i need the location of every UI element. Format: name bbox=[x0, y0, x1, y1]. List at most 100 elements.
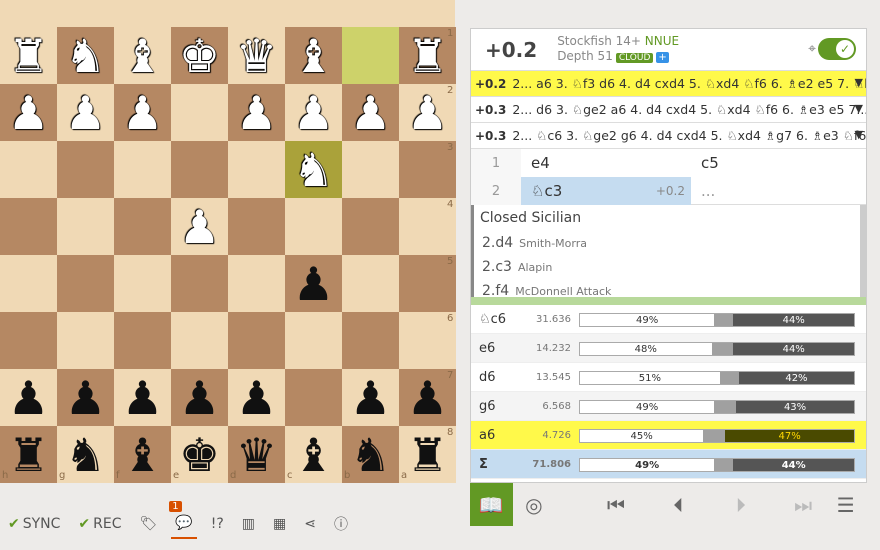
chess-piece[interactable]: ♞ bbox=[285, 141, 342, 198]
board-square[interactable] bbox=[171, 84, 228, 141]
board-square[interactable] bbox=[342, 27, 399, 84]
board-square[interactable] bbox=[285, 312, 342, 369]
chess-piece[interactable]: ♛ bbox=[228, 426, 285, 483]
explorer-row[interactable]: Σ 71.806 49% 44% bbox=[471, 450, 866, 479]
board-square[interactable] bbox=[342, 198, 399, 255]
board-square[interactable] bbox=[342, 255, 399, 312]
chess-piece[interactable]: ♟ bbox=[0, 84, 57, 141]
annotation-button[interactable]: !? bbox=[207, 509, 228, 539]
chess-piece[interactable]: ♟ bbox=[171, 198, 228, 255]
prev-move-button[interactable]: ⏴ bbox=[657, 483, 700, 526]
chess-piece[interactable]: ♝ bbox=[285, 27, 342, 84]
explorer-row[interactable]: d6 13.545 51% 42% bbox=[471, 363, 866, 392]
explorer-row[interactable]: a6 4.726 45% 47% bbox=[471, 421, 866, 450]
chess-piece[interactable]: ♚ bbox=[171, 426, 228, 483]
explorer-row[interactable]: ♘c6 31.636 49% 44% bbox=[471, 305, 866, 334]
board-square[interactable] bbox=[171, 255, 228, 312]
chess-piece[interactable]: ♜ bbox=[0, 27, 57, 84]
tag-button[interactable]: 🏷 bbox=[136, 509, 162, 539]
white-move[interactable]: ♘c3 +0.2 bbox=[521, 177, 691, 205]
board-square[interactable] bbox=[57, 255, 114, 312]
black-move[interactable]: ... bbox=[691, 177, 861, 205]
board-square[interactable] bbox=[57, 141, 114, 198]
chess-piece[interactable]: ♟ bbox=[114, 84, 171, 141]
first-move-button[interactable]: ⏮ bbox=[595, 483, 638, 526]
expand-icon[interactable]: ▼ bbox=[855, 76, 863, 89]
chess-piece[interactable]: ♝ bbox=[114, 27, 171, 84]
opening-variation[interactable]: 2.d4 Smith-Morra bbox=[474, 231, 866, 255]
pv-line[interactable]: +0.3 2... d6 3. ♘ge2 a6 4. d4 cxd4 5. ♘xd… bbox=[471, 97, 866, 123]
board-square[interactable] bbox=[285, 198, 342, 255]
rec-button[interactable]: ✔ REC bbox=[74, 509, 125, 539]
board-square[interactable] bbox=[0, 312, 57, 369]
rank-coordinate: 1 bbox=[447, 28, 454, 39]
pv-line[interactable]: +0.2 2... a6 3. ♘f3 d6 4. d4 cxd4 5. ♘xd4… bbox=[471, 71, 866, 97]
chess-piece[interactable]: ♟ bbox=[285, 255, 342, 312]
white-move[interactable]: e4 bbox=[521, 149, 691, 177]
chess-piece[interactable]: ♜ bbox=[0, 426, 57, 483]
board-area: ♜ ♞ ♝ ♚ ♛ ♝ ♜ ♟ ♟ ♟ ♟ ♟ ♟ ♟ ♞ ♟ ♟ ♟ ♟ ♟ ♟ ♟ ♟ ♟ ♜ ♞ ♝ ♚ ♛ ♝ ♞ ♜ 1 2 3 4 5 6 7 8… bbox=[0, 0, 456, 483]
next-move-button[interactable]: ⏵ bbox=[720, 483, 763, 526]
target-icon[interactable]: ⌖ bbox=[808, 41, 816, 57]
expand-icon[interactable]: ▼ bbox=[855, 102, 863, 115]
practice-button[interactable]: ◎ bbox=[513, 483, 556, 526]
chess-piece[interactable]: ♝ bbox=[285, 426, 342, 483]
board-square[interactable] bbox=[228, 141, 285, 198]
book-button[interactable]: 📖 bbox=[470, 483, 513, 526]
grid-button[interactable]: ▦ bbox=[269, 509, 290, 539]
sync-button[interactable]: ✔ SYNC bbox=[4, 509, 64, 539]
board-square[interactable] bbox=[57, 312, 114, 369]
board-square[interactable] bbox=[228, 312, 285, 369]
board-square[interactable] bbox=[114, 141, 171, 198]
board-square[interactable] bbox=[57, 198, 114, 255]
add-line-button[interactable]: + bbox=[656, 51, 669, 63]
opening-variation[interactable]: 2.f4 McDonnell Attack bbox=[474, 279, 866, 297]
chess-piece[interactable]: ♚ bbox=[171, 27, 228, 84]
board-square[interactable] bbox=[0, 255, 57, 312]
chess-piece[interactable]: ♟ bbox=[57, 84, 114, 141]
explorer-move: a6 bbox=[479, 427, 496, 443]
chess-piece[interactable]: ♟ bbox=[171, 369, 228, 426]
board-square[interactable] bbox=[0, 141, 57, 198]
chess-piece[interactable]: ♞ bbox=[57, 27, 114, 84]
explorer-row[interactable]: g6 6.568 49% 43% bbox=[471, 392, 866, 421]
board-square[interactable] bbox=[171, 141, 228, 198]
chess-piece[interactable]: ♞ bbox=[342, 426, 399, 483]
last-move-button[interactable]: ⏭ bbox=[782, 483, 825, 526]
chess-piece[interactable]: ♟ bbox=[0, 369, 57, 426]
chess-piece[interactable]: ♟ bbox=[342, 369, 399, 426]
board-square[interactable] bbox=[0, 198, 57, 255]
pv-line[interactable]: +0.3 2... ♘c6 3. ♘ge2 g6 4. d4 cxd4 5. ♘x… bbox=[471, 123, 866, 149]
chess-piece[interactable]: ♞ bbox=[57, 426, 114, 483]
board-square[interactable] bbox=[114, 312, 171, 369]
chess-piece[interactable]: ♛ bbox=[228, 27, 285, 84]
chess-piece[interactable]: ♟ bbox=[114, 369, 171, 426]
board-square[interactable] bbox=[342, 141, 399, 198]
explorer-row[interactable]: e6 14.232 48% 44% bbox=[471, 334, 866, 363]
opening-variation[interactable]: 2.c3 Alapin bbox=[474, 255, 866, 279]
menu-button[interactable]: ☰ bbox=[824, 483, 867, 526]
chess-board[interactable]: ♜ ♞ ♝ ♚ ♛ ♝ ♜ ♟ ♟ ♟ ♟ ♟ ♟ ♟ ♞ ♟ ♟ ♟ ♟ ♟ ♟ ♟ ♟ ♟ ♜ ♞ ♝ ♚ ♛ ♝ ♞ ♜ 1 2 3 4 5 6 7 8… bbox=[0, 27, 456, 483]
chart-button[interactable]: ▥ bbox=[238, 509, 259, 539]
share-button[interactable]: ⋖ bbox=[300, 509, 320, 539]
scrollbar[interactable] bbox=[860, 205, 866, 297]
chess-piece[interactable]: ♟ bbox=[285, 84, 342, 141]
info-button[interactable]: ⓘ bbox=[330, 509, 352, 539]
expand-icon[interactable]: ▼ bbox=[855, 128, 863, 141]
board-square[interactable] bbox=[285, 369, 342, 426]
board-square[interactable] bbox=[114, 255, 171, 312]
board-square[interactable] bbox=[228, 255, 285, 312]
chess-piece[interactable]: ♝ bbox=[114, 426, 171, 483]
board-square[interactable] bbox=[228, 198, 285, 255]
engine-toggle[interactable]: ✓ bbox=[818, 38, 856, 60]
board-square[interactable] bbox=[114, 198, 171, 255]
chess-piece[interactable]: ♟ bbox=[228, 369, 285, 426]
chess-piece[interactable]: ♟ bbox=[228, 84, 285, 141]
black-move[interactable]: c5 bbox=[691, 149, 861, 177]
board-square[interactable] bbox=[171, 312, 228, 369]
board-square[interactable] bbox=[342, 312, 399, 369]
chess-piece[interactable]: ♟ bbox=[57, 369, 114, 426]
chat-button[interactable]: 1 💬 bbox=[169, 501, 197, 539]
chess-piece[interactable]: ♟ bbox=[342, 84, 399, 141]
draws bbox=[703, 430, 726, 442]
